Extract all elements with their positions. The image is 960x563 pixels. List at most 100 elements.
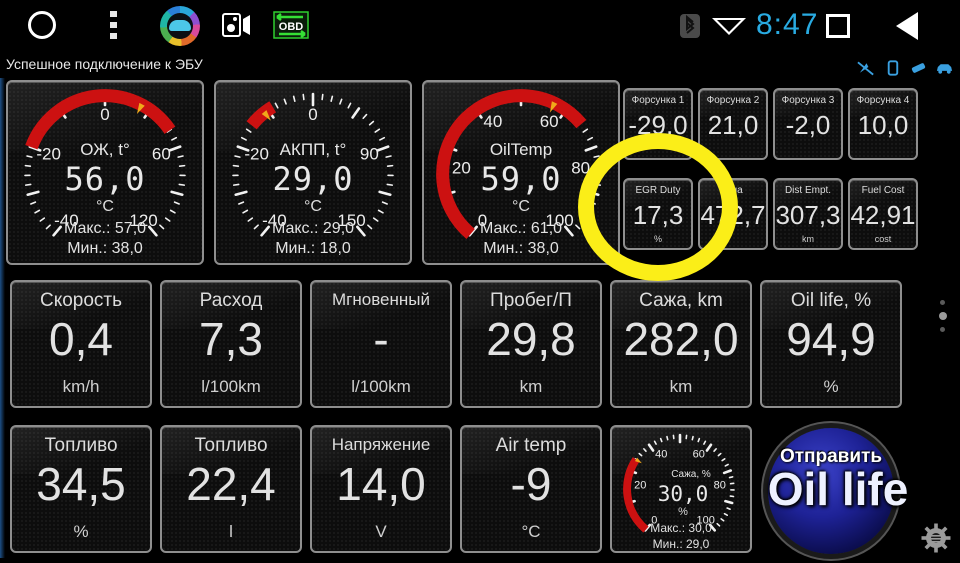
- oil-button-main-label: Oil life: [767, 463, 909, 515]
- tile-injector-3[interactable]: Форсунка 3 -2,0: [773, 88, 843, 160]
- tile-unit: l: [229, 522, 233, 541]
- tile-label: Форсунка 2: [706, 95, 760, 106]
- gauge-oil-temp[interactable]: 0 20 40 60 80 100 OilTemp 59,0 °C Макс.: 61,0…: [422, 80, 620, 265]
- recents-square-icon[interactable]: [826, 14, 850, 38]
- tile-injector-2[interactable]: Форсунка 2 21,0: [698, 88, 768, 160]
- tile-instant-consumption[interactable]: Мгновенный - l/100km: [310, 280, 452, 408]
- media-card-glyph: [222, 13, 250, 37]
- gauge-unit: °C: [96, 198, 114, 215]
- tile-unit: %: [823, 377, 839, 396]
- tile-dist-empty[interactable]: Dist Empt. 307,3 km: [773, 178, 843, 250]
- usb-icon: [911, 63, 926, 73]
- tile-value: -: [373, 313, 389, 365]
- phone-icon: [887, 60, 899, 76]
- tile-label: Топливо: [44, 435, 118, 456]
- tile-unit: %: [653, 234, 662, 244]
- tile-value: 94,9: [786, 313, 876, 365]
- tile-value: 472,7: [700, 200, 766, 230]
- gauge-min-label: Мин.: 29,0: [652, 537, 710, 551]
- wifi-icon: [712, 18, 746, 35]
- gauge-soot-percent[interactable]: 0 20 40 60 80 100 Сажа, % 30,0 % Макс.: 30,0 …: [610, 425, 752, 553]
- page-indicator-dots[interactable]: [939, 300, 947, 339]
- tile-value: 21,0: [707, 110, 759, 140]
- svg-text:OBD: OBD: [279, 21, 304, 33]
- tile-air-temp[interactable]: Air temp -9 °C: [460, 425, 602, 553]
- svg-text:60: 60: [693, 449, 705, 461]
- svg-text:40: 40: [655, 449, 667, 461]
- connection-status-text: Успешное подключение к ЭБУ: [6, 56, 203, 72]
- tile-unit: km: [519, 377, 543, 396]
- tile-egr-duty[interactable]: EGR Duty 17,3 %: [623, 178, 693, 250]
- tile-value: 29,8: [486, 313, 576, 365]
- gauge-value: 56,0: [64, 160, 146, 198]
- tile-value: 42,91: [850, 200, 916, 230]
- tile-fuel-percent[interactable]: Топливо 34,5 %: [10, 425, 152, 553]
- tile-injector-4[interactable]: Форсунка 4 10,0: [848, 88, 918, 160]
- car-app-icon[interactable]: [160, 6, 200, 46]
- tile-fuel-liters[interactable]: Топливо 22,4 l: [160, 425, 302, 553]
- tile-unit: km: [802, 234, 814, 244]
- overflow-menu-icon[interactable]: [110, 11, 117, 39]
- gauge-coolant-temp[interactable]: -40 -20 0 60 120 ОЖ, t° 56,0 °C Макс.: 57,0 …: [6, 80, 204, 265]
- car-icon: [936, 64, 953, 74]
- obd-dashboard-screen: OBD 8:47 Успешное подключение к ЭБУ -40 …: [0, 0, 960, 563]
- obd-glyph: OBD: [273, 11, 309, 39]
- gauge-unit: °C: [512, 198, 530, 215]
- gauge-min-label: Мин.: 18,0: [275, 240, 351, 257]
- tile-label: Расход: [199, 290, 263, 311]
- gauge-value: 30,0: [657, 482, 709, 506]
- tile-label: Dist Empt.: [784, 185, 832, 196]
- gauge-value: 29,0: [272, 160, 354, 198]
- gauge-value: 59,0: [480, 160, 562, 198]
- tile-value: 22,4: [186, 458, 276, 510]
- gauge-max-label: Макс.: 29,0: [271, 220, 355, 237]
- tile-oil-life[interactable]: Oil life, % 94,9 %: [760, 280, 902, 408]
- tile-value: 7,3: [199, 313, 263, 365]
- gear-glyph: [921, 523, 951, 553]
- gauge-label: Сажа, %: [671, 469, 711, 480]
- gauge-min-label: Мин.: 38,0: [67, 240, 143, 257]
- svg-text:40: 40: [483, 112, 502, 131]
- home-circle-icon[interactable]: [28, 11, 56, 39]
- tile-label: Форсунка 4: [856, 95, 910, 106]
- tile-value: 282,0: [623, 313, 739, 365]
- gauge-max-label: Макс.: 30,0: [650, 521, 712, 535]
- tile-trip-distance[interactable]: Пробег/П 29,8 km: [460, 280, 602, 408]
- tile-label: Пробег/П: [490, 290, 572, 311]
- tile-label: Сажа, km: [639, 290, 723, 311]
- obd-icon[interactable]: OBD: [272, 10, 310, 40]
- tile-unit: km/h: [62, 377, 100, 396]
- android-status-bar: OBD 8:47: [0, 0, 960, 50]
- tile-unit: V: [375, 522, 387, 541]
- tile-injector-1[interactable]: Форсунка 1 -29,0: [623, 88, 693, 160]
- tile-value: 307,3: [775, 200, 841, 230]
- tile-unit: cost: [874, 234, 892, 244]
- svg-text:0: 0: [308, 105, 317, 124]
- tile-voltage[interactable]: Напряжение 14,0 V: [310, 425, 452, 553]
- tile-speed[interactable]: Скорость 0,4 km/h: [10, 280, 152, 408]
- gauge-unit: °C: [304, 198, 322, 215]
- svg-text:0: 0: [100, 105, 109, 124]
- bluetooth-glyph: [686, 14, 695, 34]
- tile-unit: l/100km: [351, 377, 411, 396]
- media-card-icon[interactable]: [222, 12, 256, 38]
- tile-value: -29,0: [628, 110, 688, 140]
- gauge-transmission-temp[interactable]: -40 -20 0 90 150 АКПП, t° 29,0 °C Макс.: 29,…: [214, 80, 412, 265]
- back-triangle-icon[interactable]: [896, 12, 918, 40]
- send-oil-life-button[interactable]: Отправить Oil life: [768, 428, 908, 554]
- tile-value: 17,3: [632, 200, 684, 230]
- tile-soot-km[interactable]: Сажа, km 282,0 km: [610, 280, 752, 408]
- gauge-unit: %: [678, 506, 688, 518]
- tile-value: -2,0: [785, 110, 831, 140]
- tile-consumption[interactable]: Расход 7,3 l/100km: [160, 280, 302, 408]
- gear-icon[interactable]: [920, 522, 952, 554]
- tile-fuel-cost[interactable]: Fuel Cost 42,91 cost: [848, 178, 918, 250]
- gauge-max-label: Макс.: 57,0: [63, 220, 147, 237]
- tile-label: Fuel Cost: [861, 185, 905, 196]
- tile-obscured-metric[interactable]: ...на 472,7: [698, 178, 768, 250]
- tile-label: Напряжение: [331, 435, 431, 454]
- bluetooth-icon: [680, 14, 700, 38]
- tile-label: ...на: [723, 185, 743, 196]
- tile-unit: °C: [521, 522, 541, 541]
- gps-off-icon: [857, 61, 874, 76]
